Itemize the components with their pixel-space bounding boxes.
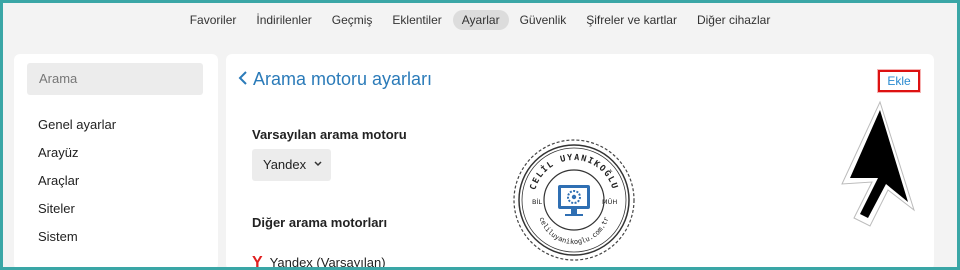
chevron-down-icon	[314, 161, 322, 167]
seal-left-text: BİL	[532, 197, 542, 206]
seal-right-text: MÜH	[602, 197, 617, 206]
nav-tab-favorites[interactable]: Favoriler	[181, 10, 246, 30]
engine-list-item[interactable]: Y Yandex (Varsayılan)	[252, 254, 386, 270]
sidebar-item-tools[interactable]: Araçlar	[38, 173, 79, 188]
engine-label: Yandex (Varsayılan)	[269, 255, 386, 270]
page-title: Arama motoru ayarları	[253, 69, 433, 89]
default-engine-select[interactable]: Yandex	[252, 149, 331, 181]
top-navigation: Favoriler İndirilenler Geçmiş Eklentiler…	[0, 0, 960, 40]
nav-tab-passwords-cards[interactable]: Şifreler ve kartlar	[577, 10, 686, 30]
yandex-logo-icon: Y	[252, 254, 263, 270]
nav-tab-other-devices[interactable]: Diğer cihazlar	[688, 10, 779, 30]
mouse-pointer-arrow-icon	[841, 100, 915, 227]
sidebar-item-interface[interactable]: Arayüz	[38, 145, 78, 160]
sidebar-item-general[interactable]: Genel ayarlar	[38, 117, 116, 132]
nav-tab-security[interactable]: Güvenlik	[511, 10, 576, 30]
nav-tab-settings[interactable]: Ayarlar	[452, 10, 509, 30]
default-engine-heading: Varsayılan arama motoru	[252, 127, 407, 142]
add-search-engine-button[interactable]: Ekle	[878, 70, 920, 92]
nav-tab-extensions[interactable]: Eklentiler	[383, 10, 450, 30]
default-engine-value: Yandex	[263, 157, 307, 172]
settings-search-input[interactable]: Arama	[27, 63, 203, 95]
watermark-seal: CELİL UYANIKOĞLU celiluyanikoglu.com.tr …	[513, 139, 635, 261]
nav-tab-history[interactable]: Geçmiş	[323, 10, 382, 30]
other-engines-heading: Diğer arama motorları	[252, 215, 388, 230]
sidebar-item-sites[interactable]: Siteler	[38, 201, 75, 216]
nav-tab-downloads[interactable]: İndirilenler	[247, 10, 320, 30]
back-chevron-icon[interactable]	[236, 68, 250, 88]
settings-sidebar: Arama Genel ayarlar Arayüz Araçlar Sitel…	[14, 54, 218, 270]
sidebar-item-system[interactable]: Sistem	[38, 229, 78, 244]
